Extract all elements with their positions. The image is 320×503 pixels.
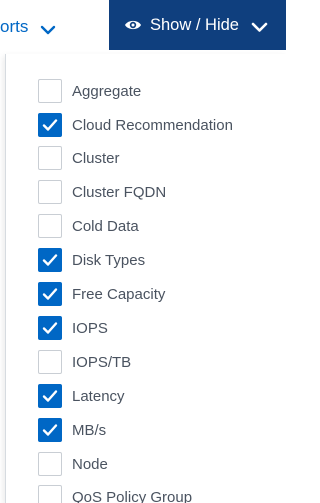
column-option-label: Latency [72, 387, 125, 405]
column-option-label: IOPS/TB [72, 353, 132, 371]
column-checkbox[interactable] [38, 350, 62, 374]
column-option[interactable]: IOPS [38, 315, 108, 341]
show-hide-dropdown-panel: Aggregate Cloud Recommendation Cluster Clus… [5, 54, 286, 503]
column-checkbox[interactable] [38, 214, 62, 238]
column-option[interactable]: Free Capacity [38, 281, 165, 307]
column-checkbox[interactable] [38, 248, 62, 272]
column-option-label: Disk Types [72, 251, 146, 269]
column-option[interactable]: Latency [38, 383, 125, 409]
column-option[interactable]: Cluster FQDN [38, 179, 166, 205]
checkmark-icon [42, 390, 58, 402]
column-option[interactable]: MB/s [38, 417, 106, 443]
column-option-label: QoS Policy Group [72, 488, 193, 503]
column-checkbox[interactable] [38, 316, 62, 340]
checkmark-icon [42, 322, 58, 334]
column-checkbox[interactable] [38, 113, 62, 137]
column-checkbox[interactable] [38, 418, 62, 442]
checkmark-icon [42, 254, 58, 266]
column-chooser-screen: orts Show / Hide Aggregate Cloud Recommen… [0, 0, 286, 503]
column-checkbox[interactable] [38, 452, 62, 476]
reports-dropdown-button[interactable]: orts [0, 0, 100, 54]
checkmark-icon [42, 424, 58, 436]
eye-icon [124, 18, 142, 32]
column-option[interactable]: IOPS/TB [38, 349, 131, 375]
column-option-label: Aggregate [72, 82, 142, 100]
column-checkbox[interactable] [38, 282, 62, 306]
column-option-label: Cluster FQDN [72, 183, 167, 201]
column-checkbox[interactable] [38, 180, 62, 204]
checkmark-icon [42, 119, 58, 131]
column-option[interactable]: Aggregate [38, 78, 141, 104]
column-option[interactable]: QoS Policy Group [38, 484, 192, 503]
column-option-label: Cluster [72, 149, 120, 167]
show-hide-button[interactable]: Show / Hide [109, 0, 286, 50]
report-toolbar: orts Show / Hide [0, 0, 286, 54]
column-checkbox[interactable] [38, 146, 62, 170]
show-hide-label: Show / Hide [150, 15, 239, 34]
column-option[interactable]: Disk Types [38, 247, 145, 273]
column-option[interactable]: Cloud Recommendation [38, 112, 233, 138]
column-option-label: Node [72, 455, 108, 473]
column-option[interactable]: Cold Data [38, 213, 139, 239]
column-option-label: Free Capacity [72, 285, 166, 303]
column-checkbox[interactable] [38, 384, 62, 408]
column-option-label: Cloud Recommendation [72, 116, 233, 134]
column-option-label: IOPS [72, 319, 108, 337]
column-option[interactable]: Node [38, 451, 108, 477]
column-option-label: Cold Data [72, 217, 139, 235]
chevron-down-icon [251, 20, 268, 32]
column-option[interactable]: Cluster [38, 145, 120, 171]
column-checkbox[interactable] [38, 485, 62, 503]
checkmark-icon [42, 288, 58, 300]
column-checkbox[interactable] [38, 79, 62, 103]
reports-dropdown-label: orts [0, 17, 29, 36]
chevron-down-icon [40, 22, 56, 35]
column-option-label: MB/s [72, 421, 107, 439]
